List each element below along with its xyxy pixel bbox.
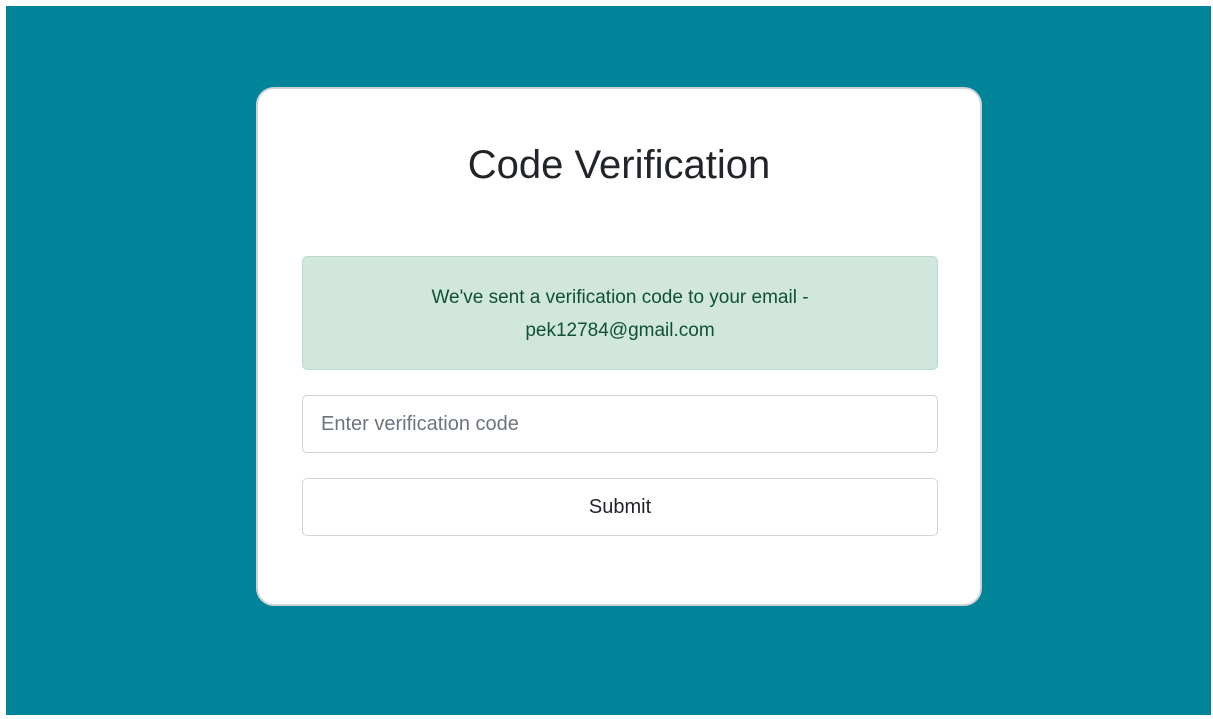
page-title: Code Verification — [467, 143, 771, 187]
verification-code-input[interactable] — [302, 395, 938, 453]
success-alert: We've sent a verification code to your e… — [302, 256, 938, 370]
submit-button[interactable]: Submit — [302, 478, 938, 536]
page-background: Code Verification We've sent a verificat… — [6, 6, 1211, 715]
alert-email: pek12784@gmail.com — [525, 320, 715, 341]
verification-card: Code Verification We've sent a verificat… — [256, 87, 982, 606]
alert-message: We've sent a verification code to your e… — [431, 287, 809, 308]
